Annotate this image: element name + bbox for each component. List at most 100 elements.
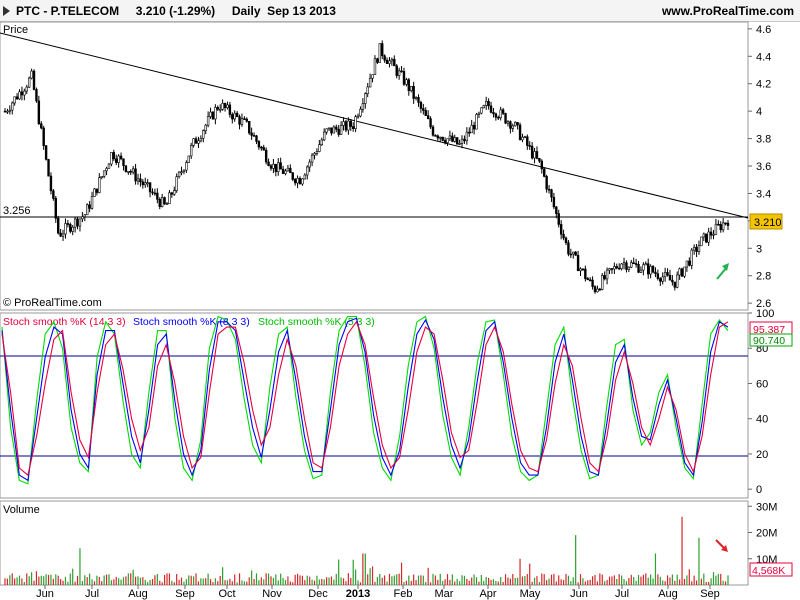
candle-body (475, 114, 478, 130)
volume-bar (550, 574, 553, 585)
candle-body (523, 136, 527, 139)
volume-bar (475, 577, 478, 585)
volume-bar (364, 553, 366, 585)
volume-bar (296, 573, 299, 585)
volume-bar (326, 577, 328, 585)
volume-bar (456, 578, 458, 585)
candle-body (361, 103, 365, 110)
volume-bar (118, 578, 120, 585)
candle-body (291, 172, 294, 180)
volume-value: 4,568K (752, 565, 785, 577)
volume-bar (357, 580, 359, 585)
candle-body (620, 263, 623, 269)
candle-body (40, 123, 43, 129)
volume-bar (11, 573, 13, 585)
candle-body (93, 188, 96, 197)
volume-bar (195, 573, 197, 585)
volume-bar (577, 582, 579, 585)
volume-bar (666, 575, 669, 585)
candle-body (122, 158, 125, 166)
candle-body (262, 147, 265, 151)
candle-body (313, 153, 316, 156)
volume-bar (301, 575, 304, 585)
volume-bar (471, 577, 473, 585)
candle-body (605, 269, 609, 280)
volume-bar (514, 578, 516, 585)
candle-body (472, 124, 476, 130)
candle-body (385, 59, 389, 64)
volume-bar (579, 574, 582, 585)
volume-bar (688, 569, 690, 585)
volume-bar (432, 573, 434, 585)
price-tick-label: 2.8 (756, 271, 771, 283)
candle-body (506, 121, 510, 124)
volume-bar (425, 581, 427, 585)
volume-bar (226, 580, 229, 585)
copyright-label: © ProRealTime.com (3, 297, 102, 309)
volume-bar (234, 574, 236, 585)
volume-bar (628, 578, 630, 585)
candle-body (30, 70, 33, 79)
volume-bar (231, 581, 233, 585)
volume-bar (485, 576, 487, 585)
price-tick-label: 4 (756, 106, 762, 118)
volume-bar (717, 573, 719, 585)
candle-body (25, 86, 28, 92)
volume-bar (439, 573, 441, 585)
candle-body (182, 169, 186, 172)
candle-body (688, 260, 691, 266)
volume-bar (52, 578, 54, 585)
time-tick-label: Dec (308, 588, 328, 600)
candle-body (102, 170, 106, 177)
volume-bar (306, 575, 308, 585)
candle-body (141, 181, 145, 186)
candle-body (202, 130, 205, 139)
volume-bar (582, 578, 584, 585)
candle-body (567, 242, 570, 255)
volume-bar (591, 576, 594, 585)
volume-bar (178, 579, 180, 585)
candle-body (206, 116, 210, 126)
candle-body (533, 151, 536, 159)
volume-bar (533, 577, 536, 585)
volume-bar (420, 575, 422, 585)
volume-bar (635, 580, 637, 585)
candle-body (651, 266, 655, 273)
volume-bar (384, 575, 386, 585)
candle-body (20, 91, 24, 96)
candle-body (719, 224, 722, 231)
time-tick-label: Jun (36, 588, 54, 600)
volume-bar (321, 578, 323, 585)
volume-bar (342, 578, 345, 585)
volume-bar (645, 573, 647, 585)
candle-body (468, 131, 471, 134)
volume-bar (132, 569, 134, 585)
candle-body (306, 166, 309, 176)
volume-bar (30, 572, 33, 585)
candle-body (52, 190, 55, 199)
volume-bar (21, 578, 23, 585)
stoch-tick-label: 0 (756, 484, 762, 496)
volume-bar (543, 574, 545, 585)
volume-bar (633, 577, 635, 585)
volume-bar (147, 582, 149, 585)
volume-bar (700, 578, 703, 585)
candle-body (301, 178, 304, 185)
volume-bar (546, 580, 548, 585)
volume-bar (657, 574, 659, 585)
volume-bar (497, 581, 499, 585)
volume-bar (705, 582, 707, 585)
volume-bar (60, 579, 62, 585)
candle-body (702, 233, 706, 238)
candle-body (223, 103, 227, 109)
candle-body (562, 233, 565, 239)
volume-bar (122, 577, 125, 585)
volume-bar (144, 579, 146, 585)
volume-bar (292, 582, 294, 585)
candle-body (709, 231, 713, 236)
candle-body (243, 118, 246, 120)
volume-bar (260, 577, 262, 585)
candle-body (274, 163, 278, 172)
volume-bar (570, 581, 572, 585)
candle-body (37, 100, 41, 125)
